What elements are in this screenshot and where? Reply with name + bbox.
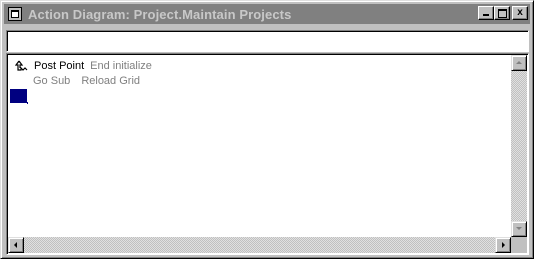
command-input[interactable]	[6, 30, 529, 52]
horizontal-scrollbar[interactable]	[8, 237, 511, 253]
close-icon: x	[517, 7, 523, 18]
window-title: Action Diagram: Project.Maintain Project…	[28, 6, 292, 22]
diagram-line-argument: End initialize	[90, 59, 152, 72]
diagram-line[interactable]: Go Sub Reload Grid	[9, 73, 140, 88]
title-buttons: x	[478, 6, 528, 20]
selected-line-cursor[interactable]	[10, 89, 27, 103]
diagram-line-command: Go Sub	[33, 74, 71, 87]
window-system-menu-icon[interactable]	[8, 7, 22, 21]
post-point-arrow-icon	[15, 60, 28, 71]
maximize-button[interactable]	[494, 6, 510, 20]
scroll-right-button[interactable]	[495, 237, 511, 253]
diagram-line-command: Post Point	[34, 59, 85, 72]
close-button[interactable]: x	[512, 6, 528, 20]
scroll-left-button[interactable]	[8, 237, 24, 253]
diagram-line[interactable]: Post Point End initialize	[9, 58, 152, 73]
size-grip[interactable]	[511, 237, 527, 253]
diagram-line-argument: Reload Grid	[81, 74, 141, 87]
minimize-button[interactable]	[478, 6, 494, 20]
scroll-down-icon	[516, 227, 522, 230]
action-diagram-editor[interactable]: Post Point End initialize Go Sub Reload …	[6, 53, 529, 255]
scroll-up-icon	[516, 61, 522, 64]
action-diagram-window: Action Diagram: Project.Maintain Project…	[0, 0, 534, 259]
cursor-caret	[27, 102, 28, 104]
scroll-right-icon	[502, 242, 505, 248]
scroll-down-button[interactable]	[511, 221, 527, 237]
vertical-scrollbar[interactable]	[511, 55, 527, 237]
title-bar[interactable]: Action Diagram: Project.Maintain Project…	[4, 4, 530, 24]
scroll-left-icon	[14, 242, 17, 248]
scroll-up-button[interactable]	[511, 55, 527, 71]
diagram-content[interactable]: Post Point End initialize Go Sub Reload …	[9, 56, 512, 238]
